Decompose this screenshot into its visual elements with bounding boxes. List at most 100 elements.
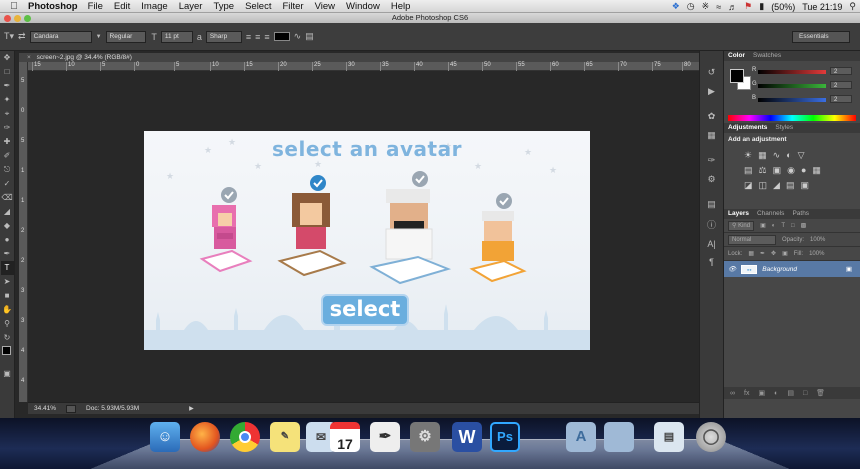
- pen-tool-icon[interactable]: ✒: [1, 247, 14, 261]
- delete-layer-icon[interactable]: 🗑: [816, 389, 825, 397]
- menu-image[interactable]: Image: [141, 1, 167, 12]
- lock-all-icon[interactable]: ▣: [782, 250, 788, 257]
- curves-icon[interactable]: ∿: [773, 150, 781, 161]
- filter-pixel-icon[interactable]: ▣: [760, 222, 766, 229]
- quick-mask-icon[interactable]: ▣: [1, 367, 14, 381]
- antialias-select[interactable]: Sharp: [205, 30, 242, 43]
- marquee-tool-icon[interactable]: □: [1, 65, 14, 79]
- filter-smart-icon[interactable]: ▩: [801, 222, 807, 229]
- tab-paths[interactable]: Paths: [792, 209, 809, 219]
- menu-help[interactable]: Help: [391, 1, 411, 12]
- lock-paint-icon[interactable]: ✒: [760, 250, 765, 257]
- font-family-dropdown-icon[interactable]: ▼: [96, 34, 102, 40]
- swap-colors-icon[interactable]: ↻: [1, 331, 14, 345]
- layer-row-background[interactable]: 👁 ●● Background ▣: [724, 261, 860, 277]
- move-tool-icon[interactable]: ✥: [1, 51, 14, 65]
- menu-edit[interactable]: Edit: [114, 1, 130, 12]
- invert-icon[interactable]: ◪: [744, 180, 753, 191]
- wifi-icon[interactable]: ≈: [716, 2, 721, 12]
- lock-move-icon[interactable]: ✥: [771, 250, 776, 257]
- photoshop-icon[interactable]: Ps: [490, 422, 520, 452]
- font-family-select[interactable]: Candara: [29, 30, 92, 43]
- lasso-tool-icon[interactable]: ✒: [1, 79, 14, 93]
- document-size[interactable]: Doc: 5.93M/5.93M: [86, 405, 139, 412]
- slider-r[interactable]: [758, 70, 826, 74]
- character-panel-icon[interactable]: ▤: [305, 31, 314, 42]
- stickies-icon[interactable]: ✎: [270, 422, 300, 452]
- font-size-select[interactable]: 11 pt: [160, 30, 193, 43]
- menu-window[interactable]: Window: [346, 1, 380, 12]
- chrome-icon[interactable]: [230, 422, 260, 452]
- menu-filter[interactable]: Filter: [282, 1, 303, 12]
- avatar-boy-orange[interactable]: [468, 193, 528, 289]
- black-white-icon[interactable]: ▣: [773, 165, 782, 176]
- menu-type[interactable]: Type: [213, 1, 234, 12]
- align-center-icon[interactable]: ≡: [255, 32, 260, 42]
- dodge-tool-icon[interactable]: ●: [1, 233, 14, 247]
- document-tab[interactable]: × screen~2.jpg @ 34.4% (RGB/8#): [19, 53, 699, 62]
- menu-file[interactable]: File: [88, 1, 103, 12]
- opacity-value[interactable]: 100%: [810, 237, 825, 243]
- gradient-map-icon[interactable]: ▤: [786, 180, 795, 191]
- properties-icon[interactable]: ▤: [707, 199, 716, 210]
- new-adjustment-icon[interactable]: ◐: [774, 390, 778, 397]
- text-orientation-icon[interactable]: ⇄: [18, 31, 26, 42]
- system-preferences-icon[interactable]: ⚙: [410, 422, 440, 452]
- documents-folder-icon[interactable]: [604, 422, 634, 452]
- bluetooth-icon[interactable]: ※: [702, 1, 710, 12]
- align-left-icon[interactable]: ≡: [246, 32, 251, 42]
- workspace-switcher[interactable]: Essentials: [792, 31, 850, 43]
- history-brush-tool-icon[interactable]: ✓: [1, 177, 14, 191]
- minimize-icon[interactable]: [14, 14, 21, 22]
- tab-channels[interactable]: Channels: [757, 209, 784, 219]
- posterize-icon[interactable]: ◫: [759, 180, 768, 191]
- battery-icon[interactable]: ▮: [759, 1, 764, 12]
- filter-type-icon[interactable]: T: [781, 223, 785, 229]
- info-icon[interactable]: ⓘ: [707, 218, 716, 231]
- zoom-level[interactable]: 34.41%: [34, 405, 56, 412]
- font-style-select[interactable]: Regular: [105, 30, 146, 43]
- menu-view[interactable]: View: [315, 1, 335, 12]
- tab-adjustments[interactable]: Adjustments: [728, 123, 767, 133]
- zoom-tool-icon[interactable]: ⚲: [1, 317, 14, 331]
- type-tool-icon[interactable]: T▾: [4, 31, 14, 42]
- healing-brush-tool-icon[interactable]: ✚: [1, 135, 14, 149]
- apple-icon[interactable]: : [0, 1, 28, 12]
- vibrance-icon[interactable]: ▽: [798, 150, 805, 161]
- menu-select[interactable]: Select: [245, 1, 271, 12]
- text-color-swatch[interactable]: [273, 32, 290, 41]
- add-mask-icon[interactable]: ▣: [758, 389, 765, 397]
- status-menu-arrow-icon[interactable]: ▶: [189, 405, 194, 412]
- brightness-icon[interactable]: ☀: [744, 150, 752, 161]
- close-document-icon[interactable]: ×: [27, 54, 31, 61]
- lock-transparent-icon[interactable]: ▦: [748, 250, 754, 257]
- layer-kind-filter[interactable]: ⚲ Kind: [728, 220, 755, 231]
- hand-tool-icon[interactable]: ✋: [1, 303, 14, 317]
- time-machine-icon[interactable]: ◷: [687, 1, 695, 12]
- close-icon[interactable]: [4, 14, 11, 22]
- clone-stamp-tool-icon[interactable]: ⎋: [1, 163, 14, 177]
- tab-swatches[interactable]: Swatches: [753, 51, 781, 61]
- trash-icon[interactable]: ◯: [696, 422, 726, 452]
- blur-tool-icon[interactable]: ◆: [1, 219, 14, 233]
- filter-shape-icon[interactable]: □: [791, 223, 795, 229]
- textedit-icon[interactable]: ✒: [370, 422, 400, 452]
- visibility-eye-icon[interactable]: 👁: [728, 265, 736, 273]
- new-group-icon[interactable]: ▤: [787, 389, 794, 397]
- color-lookup-icon[interactable]: ▦: [812, 165, 821, 176]
- dropbox-icon[interactable]: ❖: [672, 1, 680, 12]
- layer-name[interactable]: Background: [762, 266, 797, 273]
- document-stack-icon[interactable]: ▤: [654, 422, 684, 452]
- spotlight-icon[interactable]: ⚲: [849, 1, 856, 12]
- firefox-icon[interactable]: [190, 422, 220, 452]
- tool-presets-icon[interactable]: ✑: [708, 155, 716, 166]
- filter-adjustment-icon[interactable]: ◐: [772, 223, 776, 229]
- tab-styles[interactable]: Styles: [775, 123, 793, 133]
- brush-tool-icon[interactable]: ✐: [1, 149, 14, 163]
- history-icon[interactable]: ↺: [708, 67, 716, 78]
- finder-icon[interactable]: ☺: [150, 422, 180, 452]
- fill-value[interactable]: 100%: [809, 251, 824, 257]
- volume-icon[interactable]: ♬: [728, 2, 737, 12]
- exposure-icon[interactable]: ◐: [786, 150, 791, 161]
- gradient-tool-icon[interactable]: ◢: [1, 205, 14, 219]
